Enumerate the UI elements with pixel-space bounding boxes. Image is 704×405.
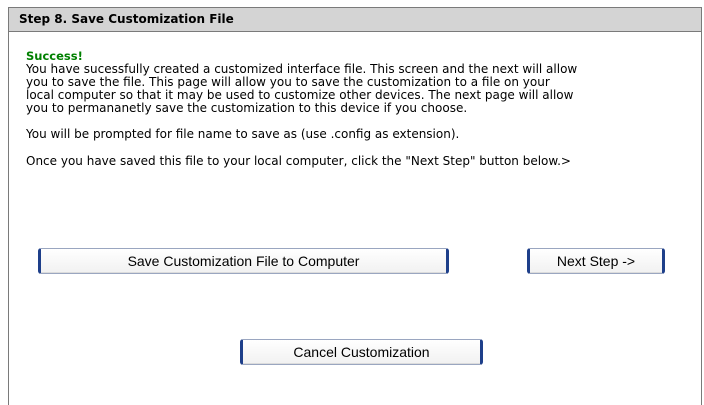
prompt-text: You will be prompted for file name to sa… xyxy=(26,127,460,141)
panel-title: Step 8. Save Customization File xyxy=(9,8,701,32)
next-step-button[interactable]: Next Step -> xyxy=(527,248,665,274)
cancel-customization-button[interactable]: Cancel Customization xyxy=(240,339,483,365)
save-customization-file-button[interactable]: Save Customization File to Computer xyxy=(38,248,449,274)
instruction-text: Once you have saved this file to your lo… xyxy=(26,154,571,168)
success-message-line-4: you to permananetly save the customizati… xyxy=(26,101,468,115)
